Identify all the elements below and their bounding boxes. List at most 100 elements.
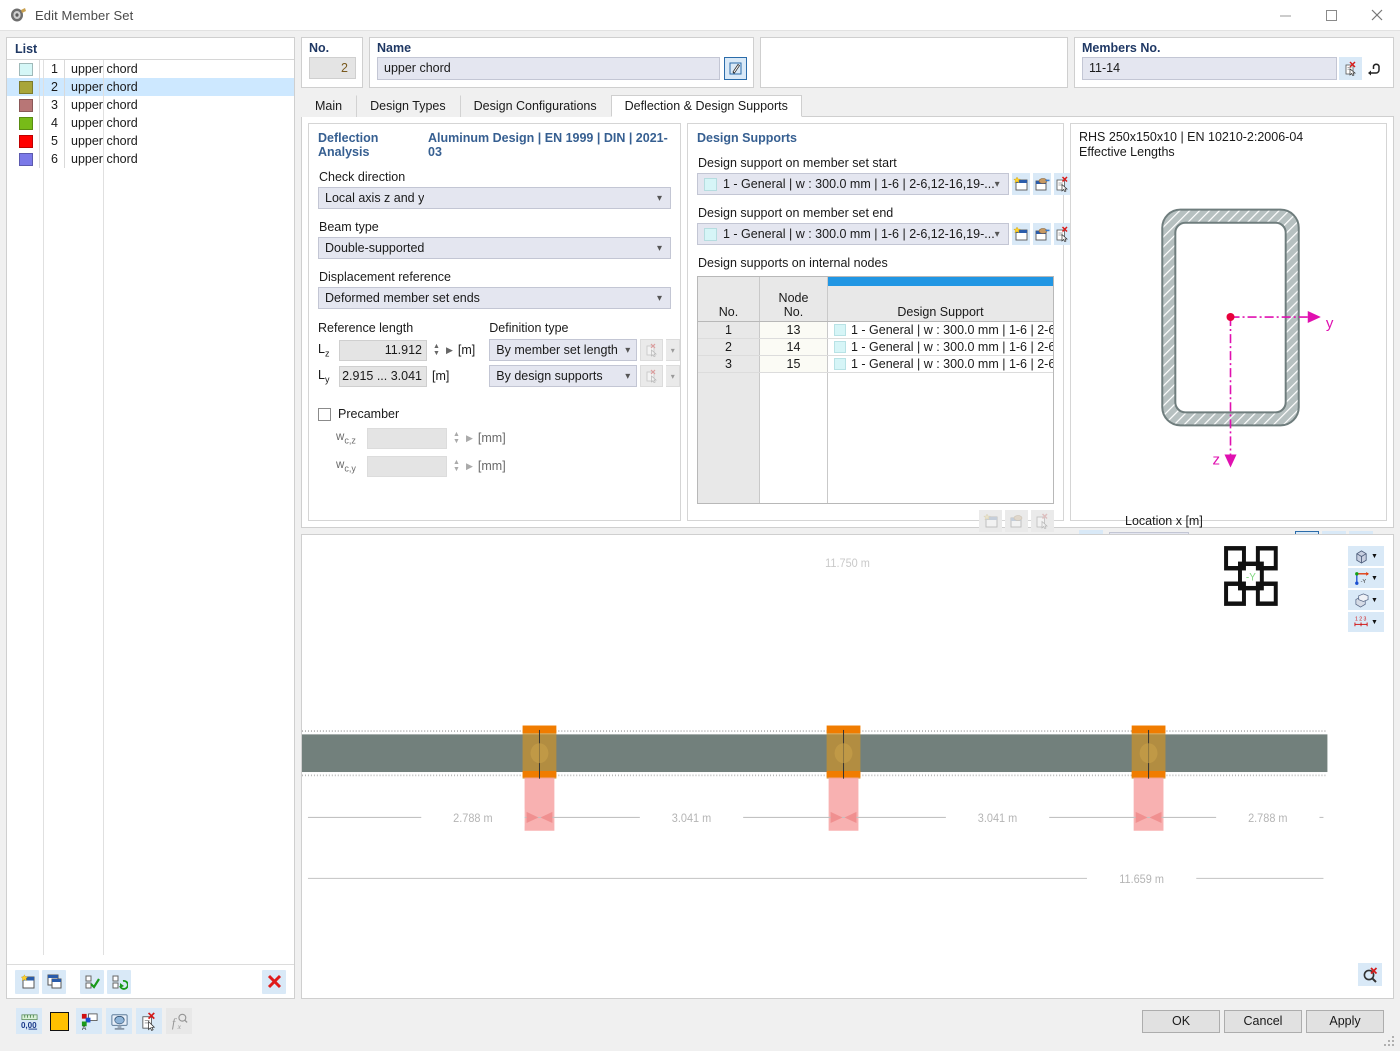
lz-more-icon[interactable]: ▶ [446,345,453,356]
delete-support-start-button[interactable] [1054,173,1072,195]
list-header: List [7,38,294,59]
wcy-unit: [mm] [478,459,506,473]
wcy-label: wc,y [336,459,362,473]
display-properties-button[interactable]: A [76,1008,102,1034]
list-item[interactable]: 3 upper chord [7,96,294,114]
cell-node[interactable]: 15 [760,356,828,372]
new-support-start-button[interactable] [1012,173,1030,195]
color-swatch [19,81,33,94]
navigation-cube: -Y [1226,548,1276,603]
support-start-value: 1 - General | w : 300.0 mm | 1-6 | 2-6,1… [723,177,995,191]
definition-type-ly-value: By design supports [496,369,602,383]
beam-type-label: Beam type [319,220,671,234]
list-item[interactable]: 1 upper chord [7,60,294,78]
window-title: Edit Member Set [35,8,133,23]
number-input[interactable]: 2 [309,57,356,79]
table-row[interactable]: 2 14 1 - General | w : 300.0 mm | 1-6 | … [698,339,1053,356]
list-item-label: upper chord [71,134,138,148]
table-row[interactable]: 3 15 1 - General | w : 300.0 mm | 1-6 | … [698,356,1053,373]
cancel-button[interactable]: Cancel [1224,1010,1302,1033]
list-item-label: upper chord [71,116,138,130]
segment-dimension-label: 2.788 m [453,812,492,825]
invert-selection-button[interactable] [107,970,131,994]
maximize-button[interactable] [1308,0,1354,31]
edit-support-start-button[interactable] [1033,173,1051,195]
total-dimension-label: 11.659 m [1119,873,1164,886]
displacement-reference-select[interactable]: Deformed member set ends ▾ [318,287,671,309]
table-row[interactable]: 1 13 1 - General | w : 300.0 mm | 1-6 | … [698,322,1053,339]
pick-members-button[interactable] [1339,57,1362,80]
lz-stepper[interactable]: ▲▼ [432,340,441,361]
close-button[interactable] [1354,0,1400,31]
tab-design-types[interactable]: Design Types [356,95,460,117]
clear-button[interactable] [136,1008,162,1034]
render-settings-button[interactable] [106,1008,132,1034]
zoom-out-button[interactable] [1358,963,1382,986]
members-input[interactable]: 11-14 [1082,57,1337,80]
definition-type-lz-select[interactable]: By member set length ▾ [489,339,637,361]
chevron-down-icon[interactable]: ▼ [1371,575,1378,582]
tab-deflection-design-supports[interactable]: Deflection & Design Supports [611,95,802,117]
wcz-label: wc,z [336,431,362,445]
tab-main[interactable]: Main [301,95,356,117]
display-layers-button[interactable]: ▼ [1348,590,1384,610]
location-x-label: Location x [m] [1125,514,1380,528]
render-mode-button[interactable]: ▼ [1348,546,1384,566]
delete-support-end-button[interactable] [1054,223,1072,245]
numbering-button[interactable]: 1 2 3 ▼ [1348,612,1384,632]
chevron-down-icon[interactable]: ▼ [1371,619,1378,626]
minimize-button[interactable] [1262,0,1308,31]
cell-node[interactable]: 13 [760,322,828,338]
lz-input[interactable]: 11.912 [339,340,427,361]
resize-grip[interactable] [1384,1036,1396,1048]
cell-node[interactable]: 14 [760,339,828,355]
reset-members-button[interactable] [1364,57,1387,80]
member-set-list[interactable]: 1 upper chord 2 upper chord 3 [7,60,294,964]
select-all-button[interactable] [80,970,104,994]
ly-label: Ly [318,368,334,385]
precamber-row[interactable]: Precamber [318,407,671,421]
apply-button[interactable]: Apply [1306,1010,1384,1033]
svg-text:f: f [171,1016,176,1030]
cell-support[interactable]: 1 - General | w : 300.0 mm | 1-6 | 2-6,1… [828,322,1053,338]
cell-no: 1 [698,322,760,338]
edit-support-end-button[interactable] [1033,223,1051,245]
beam-type-select[interactable]: Double-supported ▾ [318,237,671,259]
color-swatch-button[interactable] [46,1008,72,1034]
check-direction-select[interactable]: Local axis z and y ▾ [318,187,671,209]
chevron-down-icon[interactable]: ▼ [1371,553,1378,560]
deflection-analysis-title: Deflection Analysis [318,131,428,159]
edit-member-set-dialog: Edit Member Set List 1 [0,0,1400,1050]
support-end-select[interactable]: 1 - General | w : 300.0 mm | 1-6 | 2-6,1… [697,223,1009,245]
precamber-checkbox[interactable] [318,408,331,421]
cross-section-graphic[interactable]: y z [1079,160,1380,514]
table-empty-area [698,373,1053,503]
color-swatch [19,99,33,112]
list-item[interactable]: 5 upper chord [7,132,294,150]
copy-member-set-button[interactable] [42,970,66,994]
chevron-down-icon: ▾ [657,243,662,254]
chevron-down-icon[interactable]: ▼ [1371,597,1378,604]
top-dimension-label: 11.750 m [825,558,870,571]
delete-member-set-button[interactable] [262,970,286,994]
help-function-button: f x [166,1008,192,1034]
new-support-end-button[interactable] [1012,223,1030,245]
view-direction-button[interactable]: -Y ▼ [1348,568,1384,588]
support-start-select[interactable]: 1 - General | w : 300.0 mm | 1-6 | 2-6,1… [697,173,1009,195]
units-decimal-places-button[interactable]: 0,00 [16,1008,42,1034]
ly-input[interactable]: 2.915 ... 3.041 [339,366,427,387]
tab-design-configurations[interactable]: Design Configurations [460,95,611,117]
edit-name-button[interactable] [724,57,747,80]
name-input[interactable]: upper chord [377,57,720,80]
definition-type-ly-select[interactable]: By design supports ▾ [489,365,637,387]
selected-column-indicator [828,277,1053,286]
model-viewport[interactable]: 11.750 m [301,534,1394,999]
ok-button[interactable]: OK [1142,1010,1220,1033]
support-color-swatch [704,228,717,241]
list-item[interactable]: 2 upper chord [7,78,294,96]
cell-support[interactable]: 1 - General | w : 300.0 mm | 1-6 | 2-6,1… [828,339,1053,355]
list-item[interactable]: 6 upper chord [7,150,294,168]
cell-support[interactable]: 1 - General | w : 300.0 mm | 1-6 | 2-6,1… [828,356,1053,372]
list-item[interactable]: 4 upper chord [7,114,294,132]
new-member-set-button[interactable] [15,970,39,994]
